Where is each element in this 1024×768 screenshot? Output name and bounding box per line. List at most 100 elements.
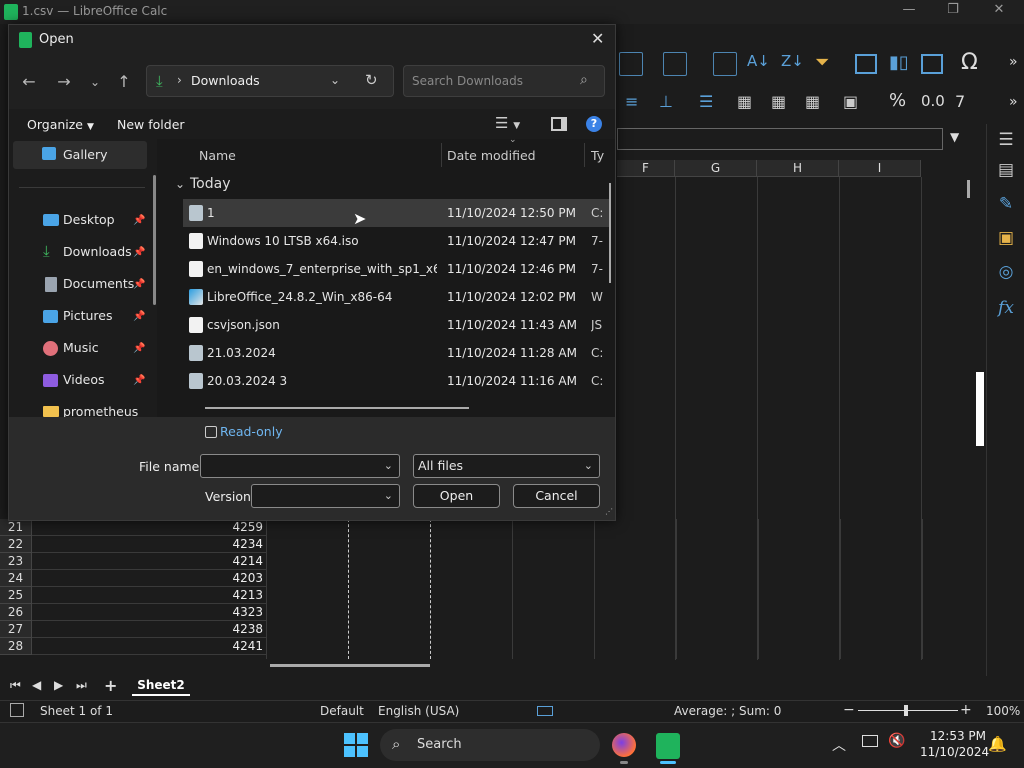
row-header[interactable]: 21 [0, 519, 32, 536]
pivot-icon[interactable] [921, 54, 943, 74]
sidebar-collapse-handle[interactable] [976, 372, 984, 446]
network-icon[interactable] [862, 735, 878, 747]
open-button[interactable]: Open [413, 484, 500, 508]
gallery-icon[interactable]: ▣ [995, 228, 1017, 250]
preview-pane-icon[interactable] [551, 117, 567, 131]
recent-locations-icon[interactable]: ⌄ [83, 71, 107, 93]
align-bottom-icon[interactable]: ⊥ [659, 92, 673, 111]
cell[interactable]: 4259 [32, 519, 266, 536]
formula-input[interactable] [617, 128, 943, 150]
file-row-7[interactable]: 20.03.2024 3 11/10/2024 11:16 AM C: [183, 367, 611, 395]
sidebar-item-desktop[interactable]: Desktop [63, 206, 173, 234]
cell[interactable]: 4323 [32, 604, 266, 621]
cell[interactable]: 4241 [32, 638, 266, 655]
file-row-3[interactable]: en_windows_7_enterprise_with_sp1_x64_...… [183, 255, 611, 283]
row-header[interactable]: 27 [0, 621, 32, 638]
navigator-icon[interactable]: ◎ [995, 262, 1017, 284]
sort-descending-icon[interactable]: Z↓ [781, 52, 804, 70]
last-sheet-icon[interactable]: ⏭ [76, 678, 87, 693]
page-style[interactable]: Default [320, 704, 364, 718]
cell[interactable]: 4203 [32, 570, 266, 587]
table-icon[interactable] [619, 52, 643, 76]
vertical-scrollbar[interactable] [964, 160, 974, 660]
row-header[interactable]: 26 [0, 604, 32, 621]
vertical-scrollbar-thumb[interactable] [609, 183, 611, 283]
new-folder-button[interactable]: New folder [117, 117, 185, 132]
row-header[interactable]: 24 [0, 570, 32, 587]
readonly-checkbox[interactable] [205, 426, 217, 438]
zoom-out-icon[interactable]: − [843, 702, 855, 718]
nav-pane-scrollbar[interactable] [153, 175, 156, 305]
minimize-icon[interactable]: — [894, 2, 924, 22]
sidebar-item-documents[interactable]: Documents [63, 270, 173, 298]
resize-grip-icon[interactable]: ⋰ [605, 507, 613, 516]
currency-icon[interactable]: ▣ [843, 92, 858, 111]
columns-icon[interactable] [663, 52, 687, 76]
chevron-down-icon[interactable]: ⌄ [330, 73, 340, 87]
next-sheet-icon[interactable]: ▶ [54, 678, 63, 692]
help-icon[interactable]: ? [586, 116, 602, 132]
sidebar-menu-icon[interactable]: ☰ [995, 130, 1017, 152]
sidebar-item-downloads[interactable]: Downloads [63, 238, 173, 266]
language[interactable]: English (USA) [378, 704, 459, 718]
functions-icon[interactable]: fx [995, 298, 1017, 320]
taskbar-search[interactable]: ⌕ Search [380, 729, 600, 761]
file-row-6[interactable]: 21.03.2024 11/10/2024 11:28 AM C: [183, 339, 611, 367]
calc-taskbar-icon[interactable] [656, 733, 680, 759]
sum-status[interactable]: Average: ; Sum: 0 [674, 704, 781, 718]
decimal-icon[interactable]: 0.0 [921, 92, 945, 110]
chevron-up-icon[interactable]: ︿ [832, 735, 846, 755]
search-input[interactable]: Search Downloads ⌕ [403, 65, 605, 97]
date-format-icon[interactable]: 7 [955, 92, 965, 111]
sidebar-item-videos[interactable]: Videos [63, 366, 173, 394]
zoom-level[interactable]: 100% [986, 704, 1020, 718]
file-row-1[interactable]: 1 11/10/2024 12:50 PM C: [183, 199, 611, 227]
column-header[interactable]: I [839, 160, 921, 177]
spellcheck-icon[interactable] [713, 52, 737, 76]
clock-date[interactable]: 11/10/2024 [920, 745, 989, 759]
firefox-icon[interactable] [612, 733, 636, 757]
cell[interactable]: 4238 [32, 621, 266, 638]
wrap-icon[interactable]: ☰ [699, 92, 713, 111]
address-bar[interactable]: ⤓ › Downloads ⌄ ↻ [146, 65, 394, 97]
cell[interactable]: 4213 [32, 587, 266, 604]
sheet-tab[interactable]: Sheet2 [132, 678, 190, 696]
autofilter-icon[interactable]: ⏷ [815, 52, 829, 73]
file-row-2[interactable]: Windows 10 LTSB x64.iso 11/10/2024 12:47… [183, 227, 611, 255]
zoom-slider-handle[interactable] [904, 705, 908, 716]
filename-input[interactable]: ⌄ [200, 454, 400, 478]
address-text[interactable]: Downloads [191, 73, 260, 88]
styles-icon[interactable]: ✎ [995, 194, 1017, 216]
volume-muted-icon[interactable]: 🔇 [888, 733, 905, 749]
row-header[interactable]: 28 [0, 638, 32, 655]
version-select[interactable]: ⌄ [251, 484, 400, 508]
overflow-icon[interactable]: » [1009, 94, 1018, 110]
view-options-icon[interactable]: ☰ ▼ [495, 114, 520, 132]
cell[interactable]: 4214 [32, 553, 266, 570]
group-chevron-icon[interactable]: ⌄ [175, 177, 185, 191]
sidebar-item-music[interactable]: Music [63, 334, 173, 362]
row-header[interactable]: 22 [0, 536, 32, 553]
chevron-down-icon[interactable]: ⌄ [384, 455, 393, 477]
refresh-icon[interactable]: ↻ [365, 71, 378, 89]
group-header[interactable]: Today [190, 176, 231, 192]
close-icon[interactable]: ✕ [984, 2, 1014, 22]
overflow-icon[interactable]: » [1009, 54, 1018, 70]
sidebar-item-gallery[interactable]: Gallery [63, 141, 173, 169]
sort-ascending-icon[interactable]: A↓ [747, 52, 770, 70]
merge-icon[interactable]: ▦ [737, 92, 752, 111]
properties-icon[interactable]: ▤ [995, 160, 1017, 182]
column-date-header[interactable]: Date modified [447, 143, 587, 169]
horizontal-scrollbar-thumb[interactable] [270, 664, 430, 667]
maximize-icon[interactable]: ❐ [938, 2, 968, 22]
column-type-header[interactable]: Ty [591, 143, 611, 169]
image-icon[interactable] [855, 54, 877, 74]
add-sheet-icon[interactable]: + [104, 676, 117, 695]
special-character-icon[interactable]: Ω [961, 50, 978, 75]
align-center-icon[interactable]: ≡ [625, 92, 638, 111]
clock-time[interactable]: 12:53 PM [930, 729, 986, 743]
filetype-select[interactable]: All files ⌄ [413, 454, 600, 478]
row-header[interactable]: 23 [0, 553, 32, 570]
cell[interactable]: 4234 [32, 536, 266, 553]
scrollbar-thumb[interactable] [967, 180, 970, 198]
